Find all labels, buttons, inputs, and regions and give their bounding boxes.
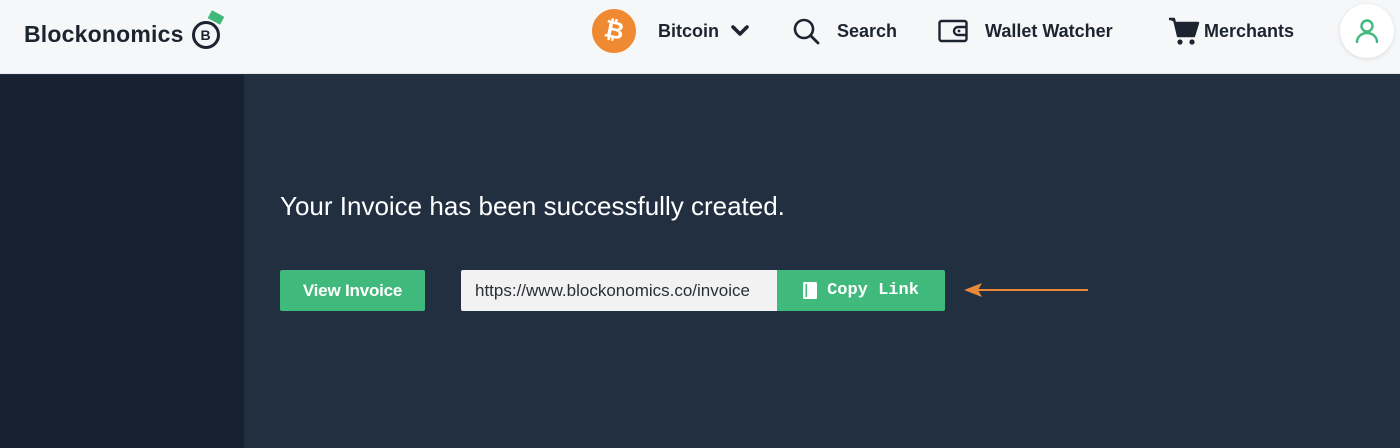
nav-merchants-label: Merchants [1204,20,1295,41]
success-message: Your Invoice has been successfully creat… [280,191,785,221]
annotation-arrow-icon [964,283,1088,297]
wallet-icon [938,19,968,43]
logo-letter: B [191,21,220,49]
copy-icon [803,282,818,299]
currency-label: Bitcoin [658,20,719,41]
brand-logo-link[interactable]: Blockonomics B [24,10,224,54]
main-content [244,75,1400,448]
user-account-button[interactable] [1340,4,1394,58]
view-invoice-button[interactable]: View Invoice [280,270,425,311]
top-navbar: Blockonomics B ₿ Bitcoin Search Wallet W… [0,0,1400,74]
invoice-link-field[interactable] [461,270,777,311]
cart-icon [1169,17,1200,45]
nav-wallet-watcher[interactable]: Wallet Watcher [938,0,1113,62]
brand-name: Blockonomics [24,20,184,47]
left-sidebar [0,75,244,448]
currency-selector[interactable]: ₿ Bitcoin [587,0,749,62]
nav-search-label: Search [837,20,898,41]
nav-search[interactable]: Search [793,0,897,62]
user-icon [1355,19,1379,44]
nav-wallet-watcher-label: Wallet Watcher [985,20,1113,41]
copy-link-label: Copy Link [827,281,919,300]
nav-merchants[interactable]: Merchants [1168,0,1294,62]
search-icon [793,18,820,44]
chevron-down-icon [731,25,749,36]
copy-link-button[interactable]: Copy Link [777,270,945,311]
blockonomics-logo-icon: B [190,10,224,51]
bitcoin-icon: ₿ [587,4,641,58]
